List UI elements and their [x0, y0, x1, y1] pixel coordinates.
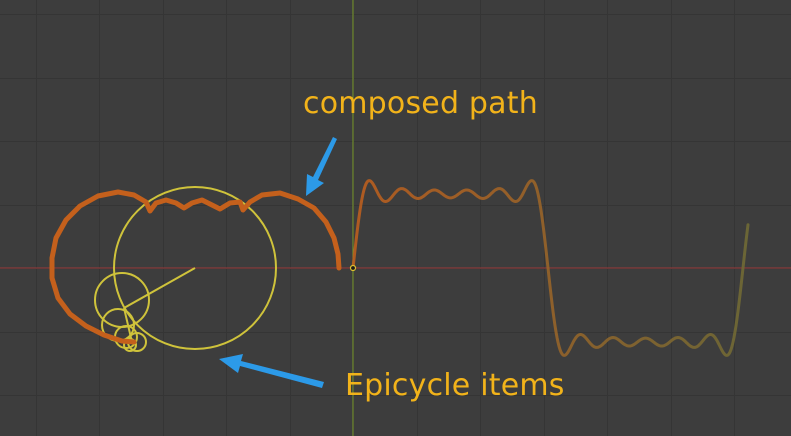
arrow-icon: [306, 137, 337, 196]
epicycle-circle[interactable]: [114, 325, 138, 349]
origin-point-icon: [349, 264, 357, 272]
epicycle-items-label: Epicycle items: [345, 368, 565, 403]
composed-path-label: composed path: [303, 86, 538, 121]
viewport[interactable]: composed path Epicycle items: [0, 0, 791, 436]
epicycle-radius-line: [123, 267, 196, 309]
path-end-point-icon: [337, 266, 341, 270]
composed-path[interactable]: [49, 189, 342, 345]
arrow-icon: [219, 354, 324, 388]
